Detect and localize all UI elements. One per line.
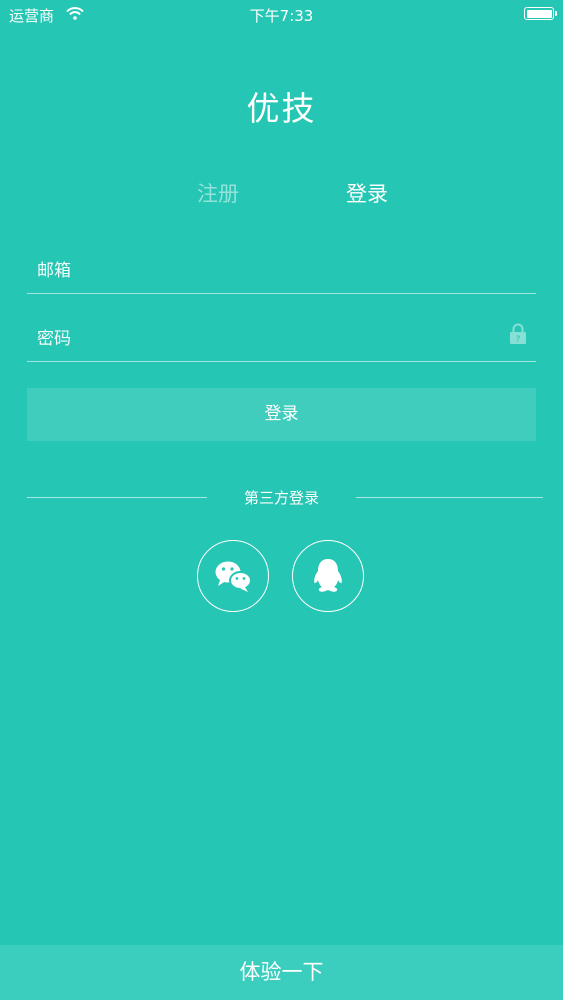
trial-button[interactable]: 体验一下 [0,945,563,1000]
tab-register[interactable]: 注册 [197,178,239,208]
app-title: 优技 [246,89,317,128]
battery-icon [524,7,557,20]
wechat-icon [215,561,252,592]
status-bar: 运营商 下午7:33 [0,0,563,30]
email-field [27,249,536,294]
qq-login-button[interactable] [292,540,364,612]
qq-icon [314,559,342,592]
password-input[interactable] [37,317,497,361]
status-time: 下午7:33 [249,7,314,25]
svg-text:?: ? [516,335,521,345]
lock-icon[interactable]: ? [509,323,527,345]
wechat-login-button[interactable] [197,540,269,612]
tab-login[interactable]: 登录 [346,178,388,208]
divider-right [356,497,543,498]
email-input[interactable] [37,249,497,293]
login-button[interactable]: 登录 [27,388,536,441]
password-field: ? [27,317,536,362]
